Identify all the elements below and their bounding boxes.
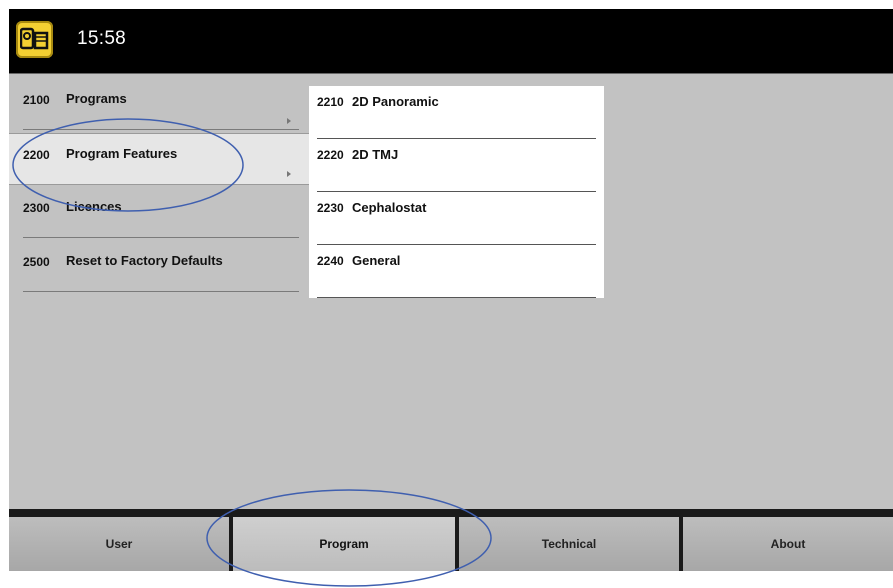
submenu-item-label: 2D TMJ <box>352 147 399 162</box>
divider <box>317 297 596 298</box>
menu-item-code: 2100 <box>23 93 50 107</box>
divider <box>23 129 299 130</box>
menu-item-licences[interactable]: 2300 Licences <box>9 187 309 239</box>
tab-program[interactable]: Program <box>233 517 455 571</box>
submenu-item-code: 2240 <box>317 254 344 268</box>
tab-technical[interactable]: Technical <box>459 517 679 571</box>
submenu-item-cephalostat[interactable]: 2230 Cephalostat <box>309 192 604 245</box>
submenu-item-label: Cephalostat <box>352 200 427 215</box>
menu-item-programs[interactable]: 2100 Programs <box>9 79 309 131</box>
submenu-item-2d-panoramic[interactable]: 2210 2D Panoramic <box>309 86 604 139</box>
submenu-item-general[interactable]: 2240 General <box>309 245 604 298</box>
submenu-item-code: 2220 <box>317 148 344 162</box>
menu-item-reset-factory-defaults[interactable]: 2500 Reset to Factory Defaults <box>9 241 309 293</box>
clock-time: 15:58 <box>77 28 127 49</box>
bottom-tab-bar: User Program Technical About <box>9 509 893 571</box>
submenu-item-2d-tmj[interactable]: 2220 2D TMJ <box>309 139 604 192</box>
submenu-item-label: 2D Panoramic <box>352 94 439 109</box>
device-screen: 15:58 2100 Programs 2200 Program Feature… <box>9 9 893 571</box>
submenu-item-label: General <box>352 253 401 268</box>
tab-about[interactable]: About <box>683 517 893 571</box>
menu-item-label: Reset to Factory Defaults <box>66 253 223 268</box>
menu-item-code: 2300 <box>23 201 50 215</box>
divider <box>23 291 299 292</box>
submenu-arrow-icon <box>287 118 291 124</box>
x-ray-machine-icon[interactable] <box>16 21 53 58</box>
menu-item-code: 2200 <box>23 148 50 162</box>
menu-item-label: Licences <box>66 199 122 214</box>
menu-item-label: Programs <box>66 91 127 106</box>
menu-item-code: 2500 <box>23 255 50 269</box>
submenu-item-code: 2210 <box>317 95 344 109</box>
submenu-arrow-icon <box>287 171 291 177</box>
divider <box>23 237 299 238</box>
menu-item-program-features[interactable]: 2200 Program Features <box>9 133 309 185</box>
top-bar: 15:58 <box>9 9 893 74</box>
menu-item-label: Program Features <box>66 146 178 161</box>
tab-user[interactable]: User <box>9 517 229 571</box>
submenu-panel: 2210 2D Panoramic 2220 2D TMJ 2230 Cepha… <box>309 86 604 298</box>
submenu-item-code: 2230 <box>317 201 344 215</box>
